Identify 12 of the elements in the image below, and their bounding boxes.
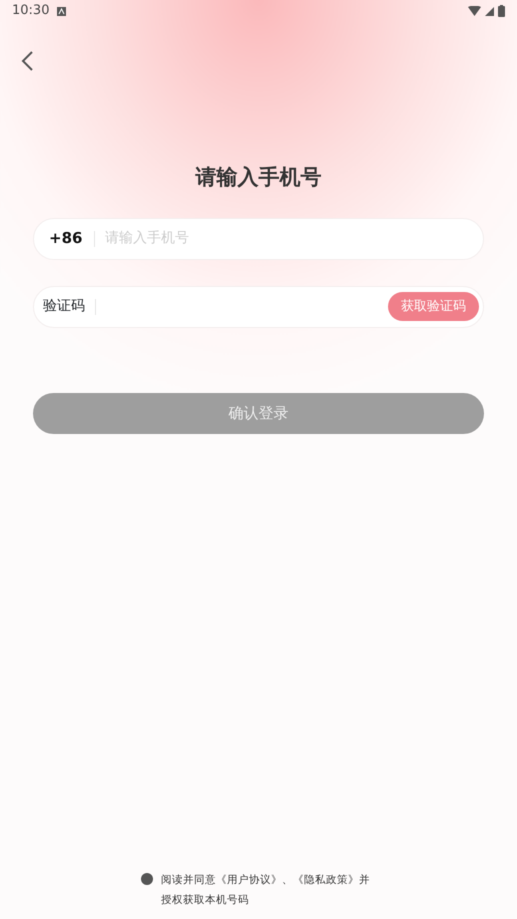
wifi-icon [468, 6, 481, 16]
status-time: 10:30 [12, 2, 50, 20]
code-label: 验证码 [42, 297, 86, 316]
agreement-text: 阅读并同意《用户协议》、《隐私政策》并授权获取本机号码 [161, 873, 371, 908]
code-field[interactable]: 验证码 获取验证码 [33, 286, 484, 328]
page-title: 请输入手机号 [194, 164, 322, 191]
signal-icon [485, 6, 494, 16]
agreement-checkbox[interactable] [141, 873, 153, 885]
country-code[interactable]: +86 [34, 227, 94, 250]
battery-icon [498, 5, 505, 17]
notification-icon [57, 6, 66, 16]
back-icon[interactable] [20, 50, 34, 71]
